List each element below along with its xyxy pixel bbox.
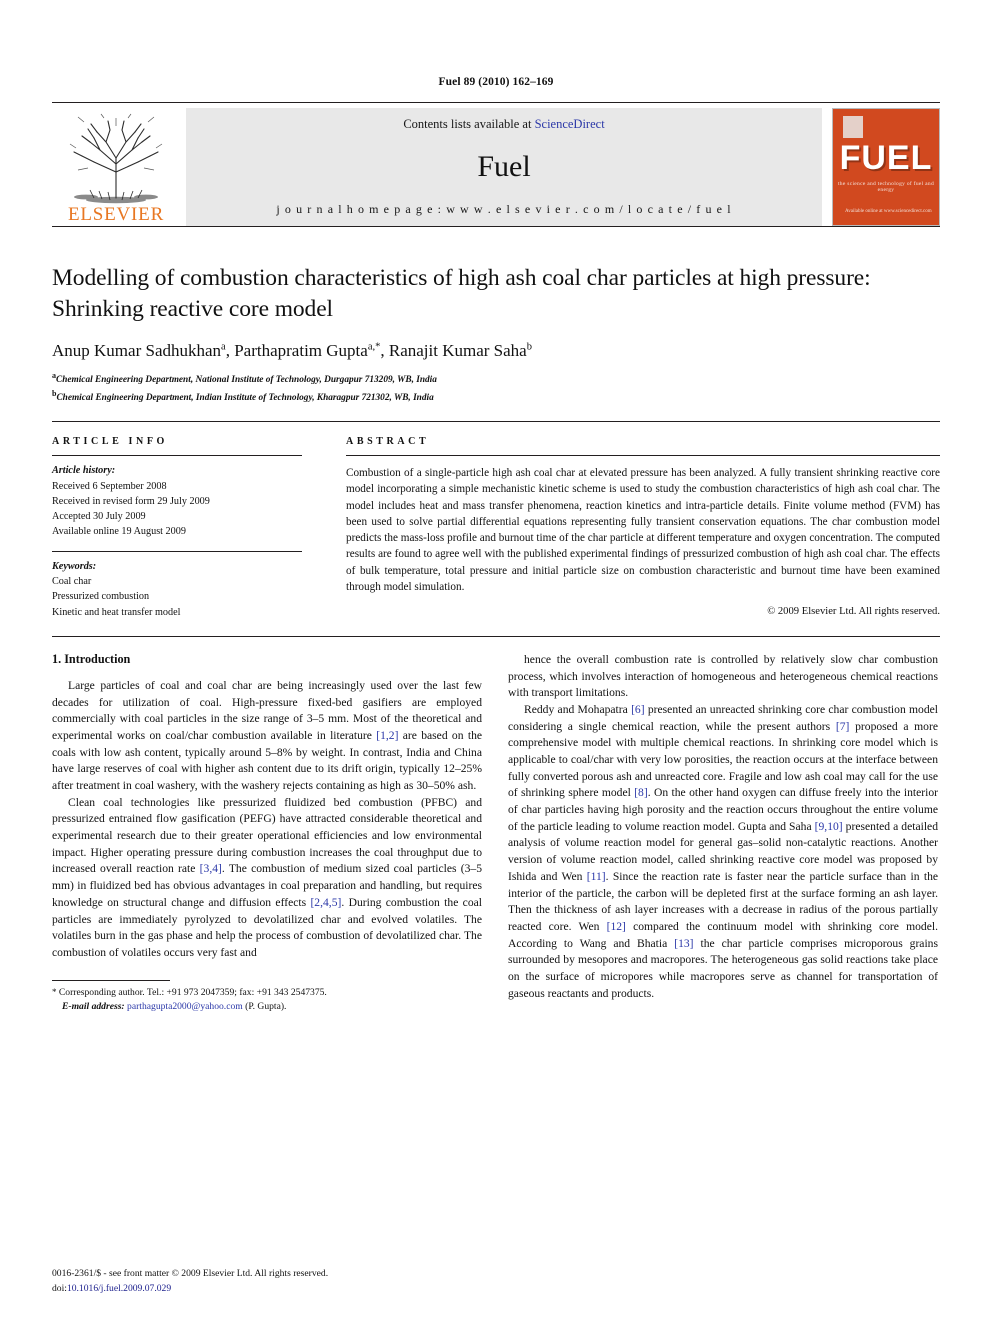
affiliation-b-text: Chemical Engineering Department, Indian … <box>56 392 434 403</box>
affiliation-a-text: Chemical Engineering Department, Nationa… <box>56 375 437 386</box>
author-2: Parthapratim Gupta <box>234 341 368 361</box>
masthead-top-rule <box>52 102 940 103</box>
author-2-affil-marker: a,* <box>367 341 381 353</box>
paragraph: Large particles of coal and coal char ar… <box>52 678 483 793</box>
sciencedirect-link[interactable]: ScienceDirect <box>535 117 605 131</box>
keyword-2: Pressurized combustion <box>52 591 150 603</box>
author-3-affil-marker: b <box>526 341 532 353</box>
journal-title: Fuel <box>477 150 531 183</box>
masthead-bottom-rule <box>52 226 940 227</box>
footnote-block: * Corresponding author. Tel.: +91 973 20… <box>52 986 482 1016</box>
section-heading-introduction: 1. Introduction <box>52 651 131 666</box>
footnote-marker: * <box>52 986 57 997</box>
cover-title: FUEL <box>839 139 933 177</box>
abstract-column: ABSTRACT Combustion of a single-particle… <box>324 436 940 620</box>
article-history-label: Article history: <box>52 465 116 477</box>
history-item-online: Available online 19 August 2009 <box>52 526 186 538</box>
affiliation-b: bChemical Engineering Department, Indian… <box>52 388 940 406</box>
body-column-left: 1. Introduction Large particles of coal … <box>52 652 482 1015</box>
title-block-rule <box>52 421 940 423</box>
cover-elsevier-mark-icon <box>843 116 863 138</box>
author-1: Anup Kumar Sadhukhan <box>52 341 222 361</box>
issn-copyright-line: 0016-2361/$ - see front matter © 2009 El… <box>52 1268 329 1280</box>
history-item-revised: Received in revised form 29 July 2009 <box>52 495 210 507</box>
doi-label: doi: <box>52 1283 67 1295</box>
keywords-label: Keywords: <box>52 560 97 572</box>
abstract-copyright: © 2009 Elsevier Ltd. All rights reserved… <box>767 606 940 618</box>
contents-available-line: Contents lists available at ScienceDirec… <box>403 117 604 132</box>
email-line: E-mail address: parthagupta2000@yahoo.co… <box>52 1000 482 1015</box>
running-head: Fuel 89 (2010) 162–169 <box>438 76 554 88</box>
author-list: Anup Kumar Sadhukhana, Parthapratim Gupt… <box>52 341 532 361</box>
article-info-heading: ARTICLE INFO <box>52 436 168 448</box>
author-3: Ranajit Kumar Saha <box>388 341 527 361</box>
contents-banner: Contents lists available at ScienceDirec… <box>186 108 822 226</box>
abstract-bottom-rule <box>52 635 940 637</box>
corresponding-author-note: Corresponding author. Tel.: +91 973 2047… <box>58 986 327 998</box>
contents-prefix: Contents lists available at <box>403 117 535 131</box>
keyword-1: Coal char <box>52 576 92 587</box>
page-title: Modelling of combustion characteristics … <box>52 265 871 322</box>
journal-masthead: ELSEVIER Contents lists available at Sci… <box>52 108 940 226</box>
paragraph: Reddy and Mohapatra [6] presented an unr… <box>508 702 939 1000</box>
elsevier-tree-icon <box>69 113 163 204</box>
info-abstract-region: ARTICLE INFO Article history: Received 6… <box>52 436 940 620</box>
history-item-accepted: Accepted 30 July 2009 <box>52 511 146 523</box>
cover-subtitle: the science and technology of fuel and e… <box>837 181 934 193</box>
affiliation-a: aChemical Engineering Department, Nation… <box>52 370 940 388</box>
journal-homepage-link[interactable]: j o u r n a l h o m e p a g e : w w w . … <box>276 202 731 217</box>
journal-cover-thumbnail: FUEL the science and technology of fuel … <box>832 108 940 226</box>
keywords-block: Keywords: Coal char Pressurized combusti… <box>52 550 302 620</box>
page-footer: 0016-2361/$ - see front matter © 2009 El… <box>52 1267 482 1297</box>
elsevier-logo: ELSEVIER <box>52 108 180 226</box>
affiliation-list: aChemical Engineering Department, Nation… <box>52 370 940 405</box>
abstract-heading: ABSTRACT <box>346 436 430 448</box>
history-item-received: Received 6 September 2008 <box>52 480 167 492</box>
elsevier-wordmark: ELSEVIER <box>67 204 165 225</box>
body-column-right: hence the overall combustion rate is con… <box>508 652 938 1015</box>
keyword-3: Kinetic and heat transfer model <box>52 606 181 618</box>
author-1-affil-marker: a <box>221 341 226 353</box>
footnote-rule <box>52 979 170 981</box>
cover-footer-text: Available online at www.sciencedirect.co… <box>845 208 932 214</box>
journal-article-page: Fuel 89 (2010) 162–169 ELSEVIER Contents… <box>0 0 992 1323</box>
email-owner: (P. Gupta). <box>245 1001 287 1013</box>
paragraph: hence the overall combustion rate is con… <box>508 652 938 700</box>
doi-link[interactable]: 10.1016/j.fuel.2009.07.029 <box>67 1283 171 1294</box>
paragraph: Clean coal technologies like pressurized… <box>52 795 483 959</box>
article-history-block: Article history: Received 6 September 20… <box>52 456 302 539</box>
article-body: 1. Introduction Large particles of coal … <box>52 652 940 1015</box>
email-address-label: E-mail address: <box>62 1001 125 1013</box>
doi-line: doi:10.1016/j.fuel.2009.07.029 <box>52 1282 482 1297</box>
abstract-text: Combustion of a single-particle high ash… <box>346 467 940 593</box>
article-info-column: ARTICLE INFO Article history: Received 6… <box>52 436 324 620</box>
email-link[interactable]: parthagupta2000@yahoo.com <box>127 1001 243 1012</box>
